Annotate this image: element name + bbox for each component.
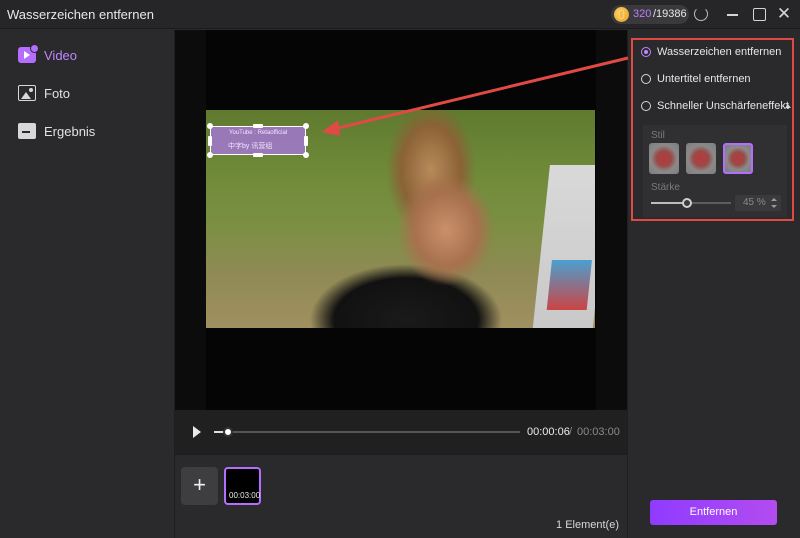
coin-icon — [614, 7, 629, 22]
sidebar-item-label: Ergebnis — [44, 124, 96, 139]
option-remove-subtitles[interactable]: Untertitel entfernen — [641, 73, 791, 87]
credits-used: 320 — [633, 8, 652, 20]
style-option-1[interactable] — [649, 143, 679, 174]
options-panel: Wasserzeichen entfernen Untertitel entfe… — [627, 30, 800, 538]
resize-handle-left[interactable] — [208, 136, 212, 146]
clip-strip: + 00:03:00 1 Element(e) — [175, 454, 627, 538]
sidebar-item-photo[interactable]: Foto — [18, 84, 168, 104]
watermark-text-line1: YouTube : Retaofficial — [229, 130, 288, 136]
style-option-2[interactable] — [686, 143, 716, 174]
current-time: 00:00:06 — [527, 426, 570, 438]
resize-handle-top-left[interactable] — [207, 123, 213, 129]
time-separator: / — [569, 426, 573, 438]
option-remove-watermark[interactable]: Wasserzeichen entfernen — [641, 46, 791, 60]
strength-value: 45 % — [743, 197, 766, 208]
radio-checked[interactable] — [641, 47, 651, 57]
resize-handle-right[interactable] — [304, 136, 308, 146]
sidebar: Video Foto Ergebnis — [0, 30, 175, 538]
option-label: Schneller Unschärfeneffekt — [657, 100, 789, 112]
add-clip-button[interactable]: + — [181, 467, 218, 505]
strength-label: Stärke — [651, 182, 680, 193]
strength-input[interactable]: 45 % — [735, 195, 781, 211]
photo-icon — [18, 85, 36, 101]
strength-slider-knob[interactable] — [682, 198, 692, 208]
sidebar-item-label: Video — [44, 48, 78, 63]
minimize-icon[interactable] — [725, 6, 741, 22]
resize-handle-top-right[interactable] — [303, 123, 309, 129]
app-title: Wasserzeichen entfernen — [7, 7, 154, 22]
video-background-sign — [532, 165, 595, 328]
option-label: Untertitel entfernen — [657, 73, 751, 85]
style-label: Stil — [651, 130, 665, 141]
close-icon[interactable]: ✕ — [776, 5, 792, 22]
title-bar: Wasserzeichen entfernen 320 /19386 ✕ — [0, 0, 800, 29]
clip-thumbnail[interactable]: 00:03:00 — [224, 467, 261, 505]
sidebar-item-label: Foto — [44, 86, 71, 101]
style-option-3[interactable] — [723, 143, 753, 174]
blur-settings: Stil Stärke 45 % — [643, 125, 787, 217]
chevron-up-icon[interactable] — [785, 104, 791, 108]
resize-handle-bottom-right[interactable] — [303, 152, 309, 158]
seek-knob[interactable] — [223, 427, 234, 437]
play-icon[interactable] — [193, 426, 201, 438]
element-count: 1 Element(e) — [556, 519, 619, 531]
seek-track[interactable] — [214, 431, 520, 433]
resize-handle-bottom-left[interactable] — [207, 152, 213, 158]
sidebar-item-video[interactable]: Video — [18, 44, 168, 66]
credits-total: /19386 — [653, 8, 687, 20]
sidebar-item-result[interactable]: Ergebnis — [18, 122, 168, 142]
watermark-text-line2: 中字by 讯营组 — [228, 143, 273, 150]
radio-unchecked[interactable] — [641, 74, 651, 84]
option-quick-blur[interactable]: Schneller Unschärfeneffekt — [641, 100, 791, 114]
refresh-icon[interactable] — [694, 7, 708, 21]
credits-badge[interactable]: 320 /19386 — [611, 5, 689, 24]
option-label: Wasserzeichen entfernen — [657, 46, 782, 58]
options-highlight-box: Wasserzeichen entfernen Untertitel entfe… — [631, 38, 794, 221]
playback-bar: 00:00:06 / 00:03:00 — [175, 410, 627, 454]
stepper-up-icon[interactable] — [771, 198, 777, 201]
radio-unchecked[interactable] — [641, 101, 651, 111]
remove-button[interactable]: Entfernen — [650, 500, 777, 525]
watermark-selection-box[interactable]: YouTube : Retaofficial 中字by 讯营组 — [207, 123, 309, 158]
resize-handle-bottom[interactable] — [253, 153, 263, 157]
clip-duration: 00:03:00 — [229, 491, 261, 500]
total-time: 00:03:00 — [577, 426, 620, 438]
video-icon — [18, 44, 39, 63]
maximize-icon[interactable] — [751, 6, 767, 22]
resize-handle-top[interactable] — [253, 124, 263, 128]
stepper-down-icon[interactable] — [771, 205, 777, 208]
folder-icon — [18, 123, 36, 139]
